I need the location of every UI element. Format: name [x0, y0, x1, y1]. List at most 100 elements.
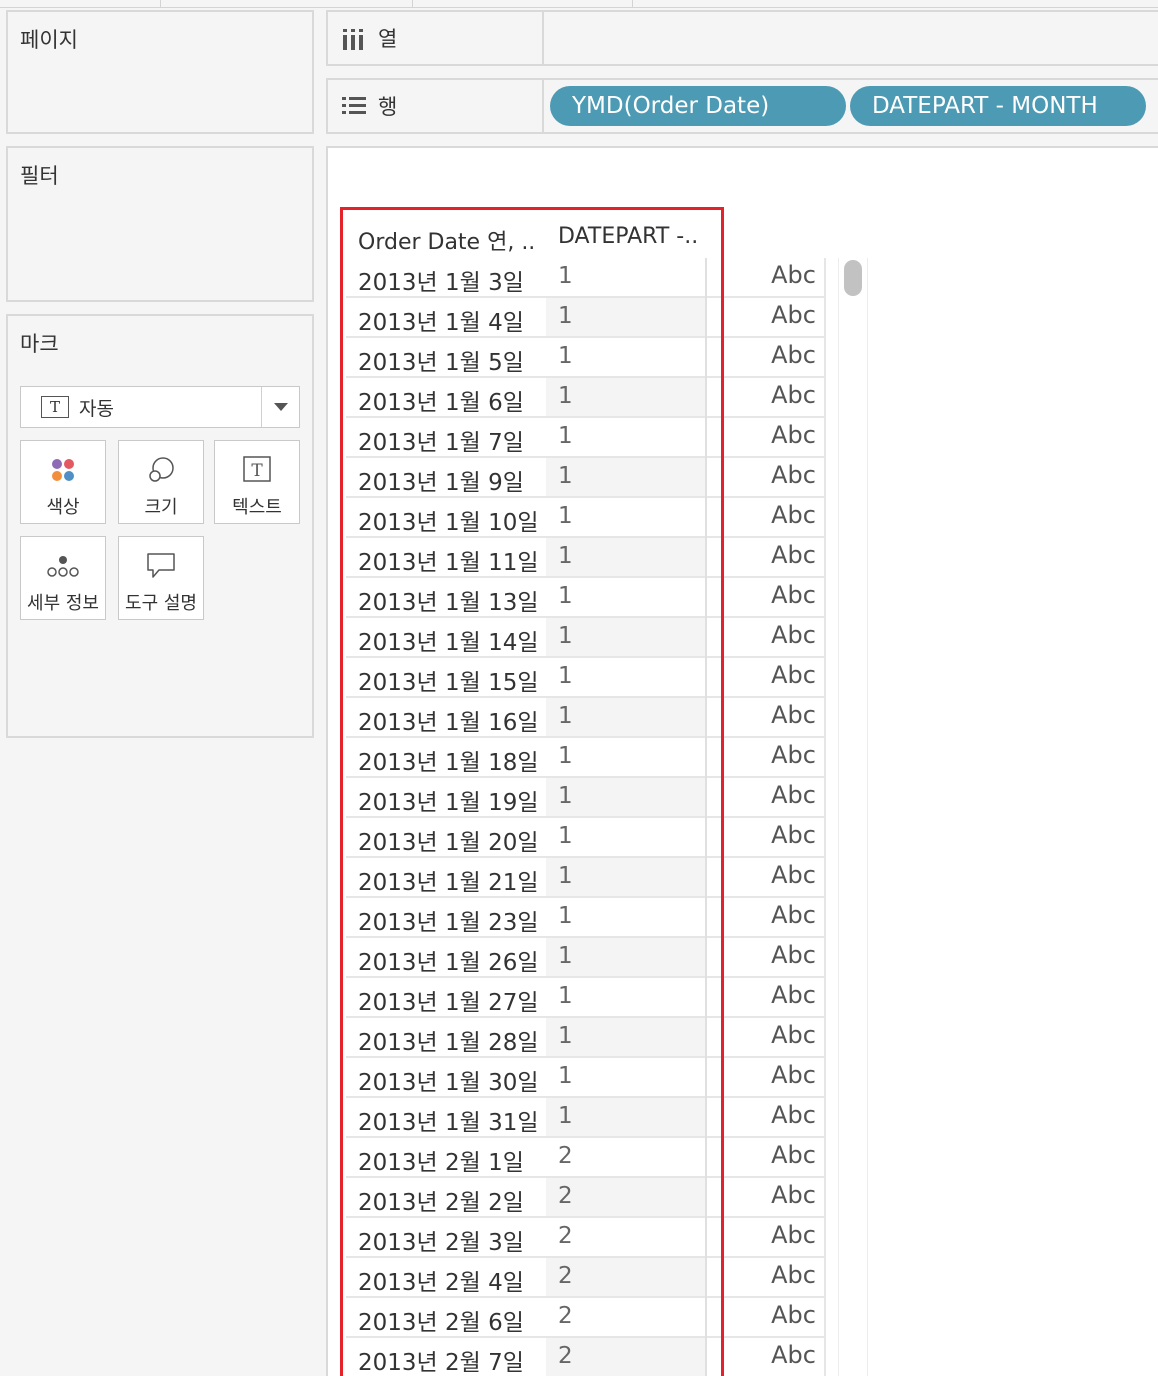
- date-cell[interactable]: 2013년 1월 9일: [346, 458, 546, 496]
- text-mark-cell[interactable]: Abc: [708, 1218, 826, 1256]
- table-row[interactable]: 2013년 2월 7일 2 Abc: [346, 1338, 826, 1376]
- date-cell[interactable]: 2013년 2월 3일: [346, 1218, 546, 1256]
- text-mark-cell[interactable]: Abc: [708, 418, 826, 456]
- text-mark-cell[interactable]: Abc: [708, 1258, 826, 1296]
- month-cell[interactable]: 1: [546, 338, 706, 376]
- month-cell[interactable]: 1: [546, 378, 706, 416]
- month-cell[interactable]: 2: [546, 1298, 706, 1336]
- tooltip-button[interactable]: 도구 설명: [118, 536, 204, 620]
- datepart-month-pill[interactable]: DATEPART - MONTH: [850, 86, 1146, 126]
- text-mark-cell[interactable]: Abc: [708, 378, 826, 416]
- table-row[interactable]: 2013년 1월 11일 1 Abc: [346, 538, 826, 578]
- text-mark-cell[interactable]: Abc: [708, 1138, 826, 1176]
- table-row[interactable]: 2013년 1월 21일 1 Abc: [346, 858, 826, 898]
- text-mark-cell[interactable]: Abc: [708, 1018, 826, 1056]
- table-row[interactable]: 2013년 2월 3일 2 Abc: [346, 1218, 826, 1258]
- column-header-order-date[interactable]: Order Date 연, ..: [358, 224, 535, 256]
- table-row[interactable]: 2013년 1월 18일 1 Abc: [346, 738, 826, 778]
- table-row[interactable]: 2013년 2월 2일 2 Abc: [346, 1178, 826, 1218]
- detail-button[interactable]: 세부 정보: [20, 536, 106, 620]
- scrollbar-thumb[interactable]: [844, 260, 862, 296]
- table-row[interactable]: 2013년 1월 20일 1 Abc: [346, 818, 826, 858]
- text-mark-cell[interactable]: Abc: [708, 658, 826, 696]
- date-cell[interactable]: 2013년 2월 1일: [346, 1138, 546, 1176]
- month-cell[interactable]: 1: [546, 698, 706, 736]
- month-cell[interactable]: 2: [546, 1218, 706, 1256]
- month-cell[interactable]: 1: [546, 1098, 706, 1136]
- date-cell[interactable]: 2013년 1월 30일: [346, 1058, 546, 1096]
- table-row[interactable]: 2013년 2월 1일 2 Abc: [346, 1138, 826, 1178]
- date-cell[interactable]: 2013년 1월 15일: [346, 658, 546, 696]
- month-cell[interactable]: 1: [546, 458, 706, 496]
- date-cell[interactable]: 2013년 1월 19일: [346, 778, 546, 816]
- size-button[interactable]: 크기: [118, 440, 204, 524]
- text-mark-cell[interactable]: Abc: [708, 1298, 826, 1336]
- text-mark-cell[interactable]: Abc: [708, 298, 826, 336]
- month-cell[interactable]: 1: [546, 978, 706, 1016]
- month-cell[interactable]: 1: [546, 898, 706, 936]
- table-row[interactable]: 2013년 1월 9일 1 Abc: [346, 458, 826, 498]
- date-cell[interactable]: 2013년 2월 4일: [346, 1258, 546, 1296]
- text-mark-cell[interactable]: Abc: [708, 258, 826, 296]
- month-cell[interactable]: 1: [546, 1018, 706, 1056]
- mark-type-dropdown[interactable]: T 자동: [20, 386, 300, 428]
- date-cell[interactable]: 2013년 1월 16일: [346, 698, 546, 736]
- text-mark-cell[interactable]: Abc: [708, 978, 826, 1016]
- date-cell[interactable]: 2013년 1월 10일: [346, 498, 546, 536]
- date-cell[interactable]: 2013년 2월 6일: [346, 1298, 546, 1336]
- table-row[interactable]: 2013년 1월 14일 1 Abc: [346, 618, 826, 658]
- vertical-scrollbar[interactable]: [838, 258, 868, 1376]
- column-header-datepart[interactable]: DATEPART -..: [558, 224, 698, 249]
- month-cell[interactable]: 1: [546, 858, 706, 896]
- date-cell[interactable]: 2013년 1월 31일: [346, 1098, 546, 1136]
- rows-shelf[interactable]: 행 YMD(Order Date) DATEPART - MONTH: [326, 78, 1158, 134]
- date-cell[interactable]: 2013년 1월 20일: [346, 818, 546, 856]
- table-row[interactable]: 2013년 1월 5일 1 Abc: [346, 338, 826, 378]
- columns-shelf[interactable]: 열: [326, 10, 1158, 66]
- table-row[interactable]: 2013년 1월 7일 1 Abc: [346, 418, 826, 458]
- text-mark-cell[interactable]: Abc: [708, 578, 826, 616]
- text-mark-cell[interactable]: Abc: [708, 1178, 826, 1216]
- table-row[interactable]: 2013년 1월 4일 1 Abc: [346, 298, 826, 338]
- date-cell[interactable]: 2013년 2월 7일: [346, 1338, 546, 1376]
- text-mark-cell[interactable]: Abc: [708, 498, 826, 536]
- table-row[interactable]: 2013년 1월 26일 1 Abc: [346, 938, 826, 978]
- text-mark-cell[interactable]: Abc: [708, 778, 826, 816]
- month-cell[interactable]: 1: [546, 498, 706, 536]
- text-mark-cell[interactable]: Abc: [708, 1338, 826, 1376]
- table-row[interactable]: 2013년 2월 6일 2 Abc: [346, 1298, 826, 1338]
- date-cell[interactable]: 2013년 1월 7일: [346, 418, 546, 456]
- table-row[interactable]: 2013년 1월 28일 1 Abc: [346, 1018, 826, 1058]
- date-cell[interactable]: 2013년 1월 5일: [346, 338, 546, 376]
- table-row[interactable]: 2013년 1월 23일 1 Abc: [346, 898, 826, 938]
- month-cell[interactable]: 2: [546, 1258, 706, 1296]
- table-row[interactable]: 2013년 1월 10일 1 Abc: [346, 498, 826, 538]
- table-row[interactable]: 2013년 1월 27일 1 Abc: [346, 978, 826, 1018]
- text-mark-cell[interactable]: Abc: [708, 618, 826, 656]
- table-row[interactable]: 2013년 1월 3일 1 Abc: [346, 258, 826, 298]
- month-cell[interactable]: 1: [546, 258, 706, 296]
- chevron-down-icon[interactable]: [261, 387, 299, 427]
- date-cell[interactable]: 2013년 1월 26일: [346, 938, 546, 976]
- month-cell[interactable]: 1: [546, 938, 706, 976]
- table-row[interactable]: 2013년 1월 15일 1 Abc: [346, 658, 826, 698]
- table-row[interactable]: 2013년 2월 4일 2 Abc: [346, 1258, 826, 1298]
- table-row[interactable]: 2013년 1월 31일 1 Abc: [346, 1098, 826, 1138]
- text-mark-cell[interactable]: Abc: [708, 938, 826, 976]
- text-mark-cell[interactable]: Abc: [708, 858, 826, 896]
- table-row[interactable]: 2013년 1월 19일 1 Abc: [346, 778, 826, 818]
- table-row[interactable]: 2013년 1월 6일 1 Abc: [346, 378, 826, 418]
- filters-panel[interactable]: 필터: [6, 146, 314, 302]
- month-cell[interactable]: 1: [546, 298, 706, 336]
- date-cell[interactable]: 2013년 1월 21일: [346, 858, 546, 896]
- pages-panel[interactable]: 페이지: [6, 10, 314, 134]
- text-mark-cell[interactable]: Abc: [708, 1098, 826, 1136]
- month-cell[interactable]: 1: [546, 538, 706, 576]
- text-button[interactable]: T 텍스트: [214, 440, 300, 524]
- date-cell[interactable]: 2013년 1월 11일: [346, 538, 546, 576]
- date-cell[interactable]: 2013년 1월 14일: [346, 618, 546, 656]
- text-mark-cell[interactable]: Abc: [708, 698, 826, 736]
- table-row[interactable]: 2013년 1월 16일 1 Abc: [346, 698, 826, 738]
- date-cell[interactable]: 2013년 1월 13일: [346, 578, 546, 616]
- month-cell[interactable]: 1: [546, 418, 706, 456]
